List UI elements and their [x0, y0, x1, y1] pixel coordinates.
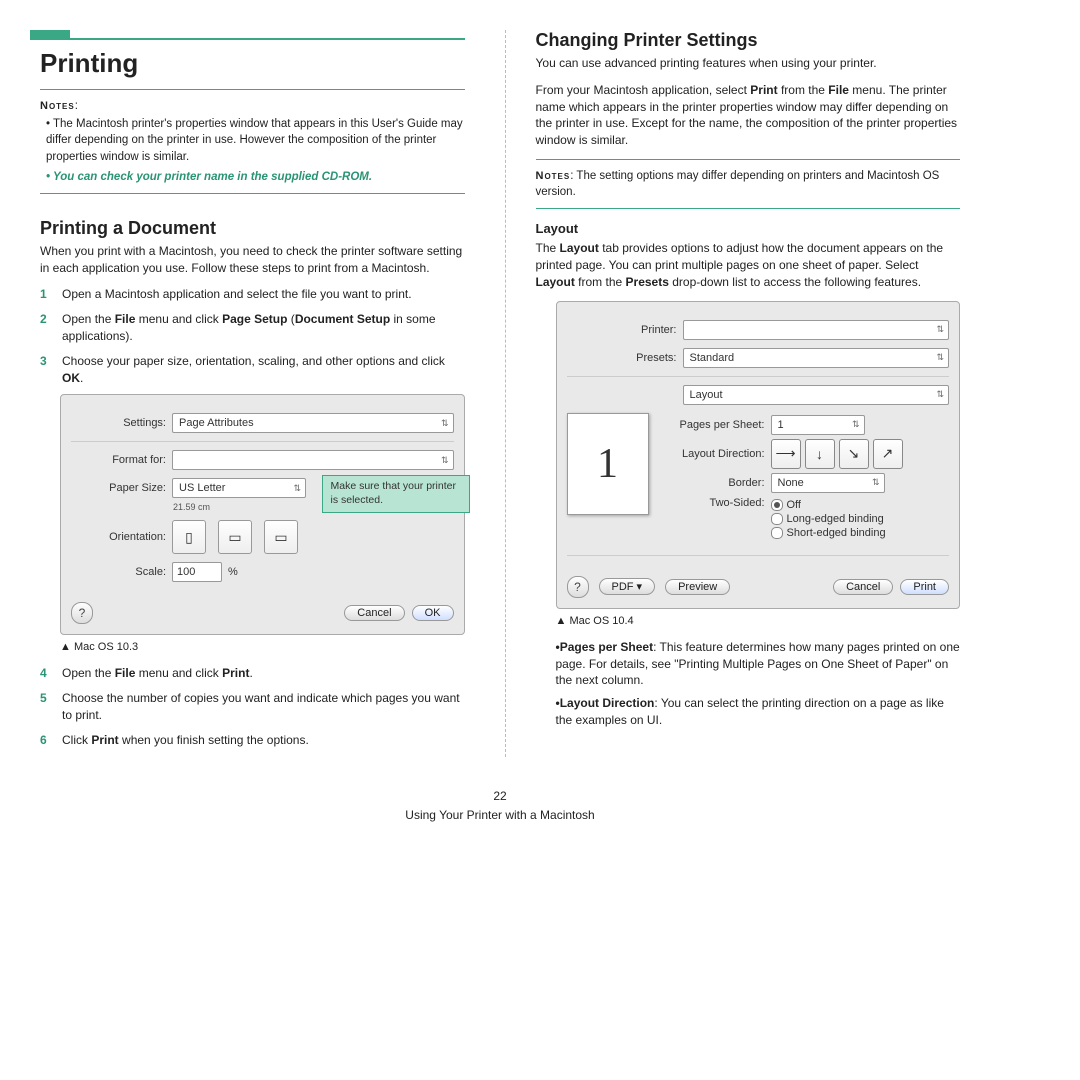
notes-italic: You can check your printer name in the s…	[46, 169, 465, 185]
callout-tip: Make sure that your printer is selected.	[322, 475, 470, 512]
page-preview-thumb: 1	[567, 413, 649, 515]
pages-per-sheet-dropdown[interactable]: 1⇅	[771, 415, 865, 435]
direction-icon-2[interactable]: ↓	[805, 439, 835, 469]
step-text: Choose your paper size, orientation, sca…	[62, 353, 465, 387]
dialog-caption: Mac OS 10.4	[556, 615, 961, 627]
scale-label: Scale:	[71, 566, 166, 578]
step-text: Open a Macintosh application and select …	[62, 286, 412, 303]
section-heading: Printing a Document	[40, 218, 465, 239]
notes-box: Notes: The Macintosh printer's propertie…	[40, 98, 465, 185]
border-label: Border:	[665, 477, 765, 489]
print-dialog: Printer: ⇅ Presets: Standard⇅ Layout⇅ 1 …	[556, 301, 961, 609]
scale-input[interactable]: 100	[172, 562, 222, 582]
page-footer: 22 Using Your Printer with a Macintosh	[40, 787, 960, 825]
notes-box: Notes: The setting options may differ de…	[536, 168, 961, 200]
layout-intro: The Layout tab provides options to adjus…	[536, 240, 961, 290]
right-column: Changing Printer Settings You can use ad…	[505, 30, 961, 757]
presets-label: Presets:	[567, 352, 677, 364]
dialog-caption: Mac OS 10.3	[60, 641, 465, 653]
orientation-landscape-icon[interactable]: ▭	[218, 520, 252, 554]
page-setup-dialog: Make sure that your printer is selected.…	[60, 394, 465, 635]
orientation-label: Orientation:	[71, 531, 166, 543]
chevron-down-icon: ⇅	[936, 389, 944, 400]
notes-label: Notes	[40, 100, 75, 112]
chevron-down-icon: ⇅	[441, 455, 449, 466]
body-text: You can use advanced printing features w…	[536, 55, 961, 72]
cancel-button[interactable]: Cancel	[833, 579, 893, 595]
two-sided-short-radio[interactable]: Short-edged binding	[771, 527, 886, 539]
printer-label: Printer:	[567, 324, 677, 336]
pdf-button[interactable]: PDF ▾	[599, 578, 656, 595]
heading-rule	[40, 38, 465, 40]
notes-bullet: The Macintosh printer's properties windo…	[46, 116, 465, 164]
help-button[interactable]: ?	[71, 602, 93, 624]
page-number: 22	[40, 787, 960, 806]
two-sided-off-radio[interactable]: Off	[771, 499, 886, 511]
page-heading: Printing	[40, 48, 465, 79]
chevron-down-icon: ⇅	[293, 483, 301, 494]
notes-rule-top	[536, 159, 961, 160]
step-text: Open the File menu and click Page Setup …	[62, 311, 465, 345]
format-dropdown[interactable]: ⇅	[172, 450, 454, 470]
notes-label: Notes	[536, 170, 571, 182]
pages-per-sheet-label: Pages per Sheet:	[665, 419, 765, 431]
notes-rule-bottom	[40, 193, 465, 194]
step-text: Choose the number of copies you want and…	[62, 690, 465, 724]
steps-list: 1Open a Macintosh application and select…	[40, 286, 465, 386]
paper-size-label: Paper Size:	[71, 482, 166, 494]
settings-dropdown[interactable]: Page Attributes⇅	[172, 413, 454, 433]
presets-dropdown[interactable]: Standard⇅	[683, 348, 950, 368]
direction-icon-1[interactable]: ⟶	[771, 439, 801, 469]
direction-icon-3[interactable]: ↘	[839, 439, 869, 469]
ok-button[interactable]: OK	[412, 605, 454, 621]
scale-suffix: %	[228, 566, 238, 578]
left-column: Printing Notes: The Macintosh printer's …	[40, 30, 465, 757]
help-button[interactable]: ?	[567, 576, 589, 598]
chevron-down-icon: ⇅	[936, 324, 944, 335]
orientation-landscape-flip-icon[interactable]: ▭	[264, 520, 298, 554]
notes-rule-bottom	[536, 208, 961, 209]
two-sided-label: Two-Sided:	[665, 497, 765, 509]
feature-bullets: Pages per Sheet: This feature determines…	[556, 639, 961, 729]
steps-list-after: 4Open the File menu and click Print. 5Ch…	[40, 665, 465, 748]
two-sided-long-radio[interactable]: Long-edged binding	[771, 513, 886, 525]
bullet-item: Pages per Sheet: This feature determines…	[556, 639, 961, 689]
section-intro: When you print with a Macintosh, you nee…	[40, 243, 465, 277]
paper-size-dropdown[interactable]: US Letter⇅	[172, 478, 306, 498]
notes-rule-top	[40, 89, 465, 90]
direction-icon-4[interactable]: ↗	[873, 439, 903, 469]
chevron-down-icon: ⇅	[872, 477, 880, 488]
printer-dropdown[interactable]: ⇅	[683, 320, 950, 340]
footer-text: Using Your Printer with a Macintosh	[40, 806, 960, 825]
print-button[interactable]: Print	[900, 579, 949, 595]
layout-direction-label: Layout Direction:	[665, 448, 765, 460]
step-text: Open the File menu and click Print.	[62, 665, 253, 682]
section-heading: Changing Printer Settings	[536, 30, 961, 51]
preview-button[interactable]: Preview	[665, 579, 730, 595]
format-label: Format for:	[71, 454, 166, 466]
cancel-button[interactable]: Cancel	[344, 605, 404, 621]
chevron-down-icon: ⇅	[936, 352, 944, 363]
chevron-down-icon: ⇅	[852, 419, 860, 430]
orientation-portrait-icon[interactable]: ▯	[172, 520, 206, 554]
section-dropdown[interactable]: Layout⇅	[683, 385, 950, 405]
border-dropdown[interactable]: None⇅	[771, 473, 885, 493]
body-text: From your Macintosh application, select …	[536, 82, 961, 149]
settings-label: Settings:	[71, 417, 166, 429]
bullet-item: Layout Direction: You can select the pri…	[556, 695, 961, 729]
layout-heading: Layout	[536, 221, 961, 236]
chevron-down-icon: ⇅	[441, 418, 449, 429]
step-text: Click Print when you finish setting the …	[62, 732, 309, 749]
